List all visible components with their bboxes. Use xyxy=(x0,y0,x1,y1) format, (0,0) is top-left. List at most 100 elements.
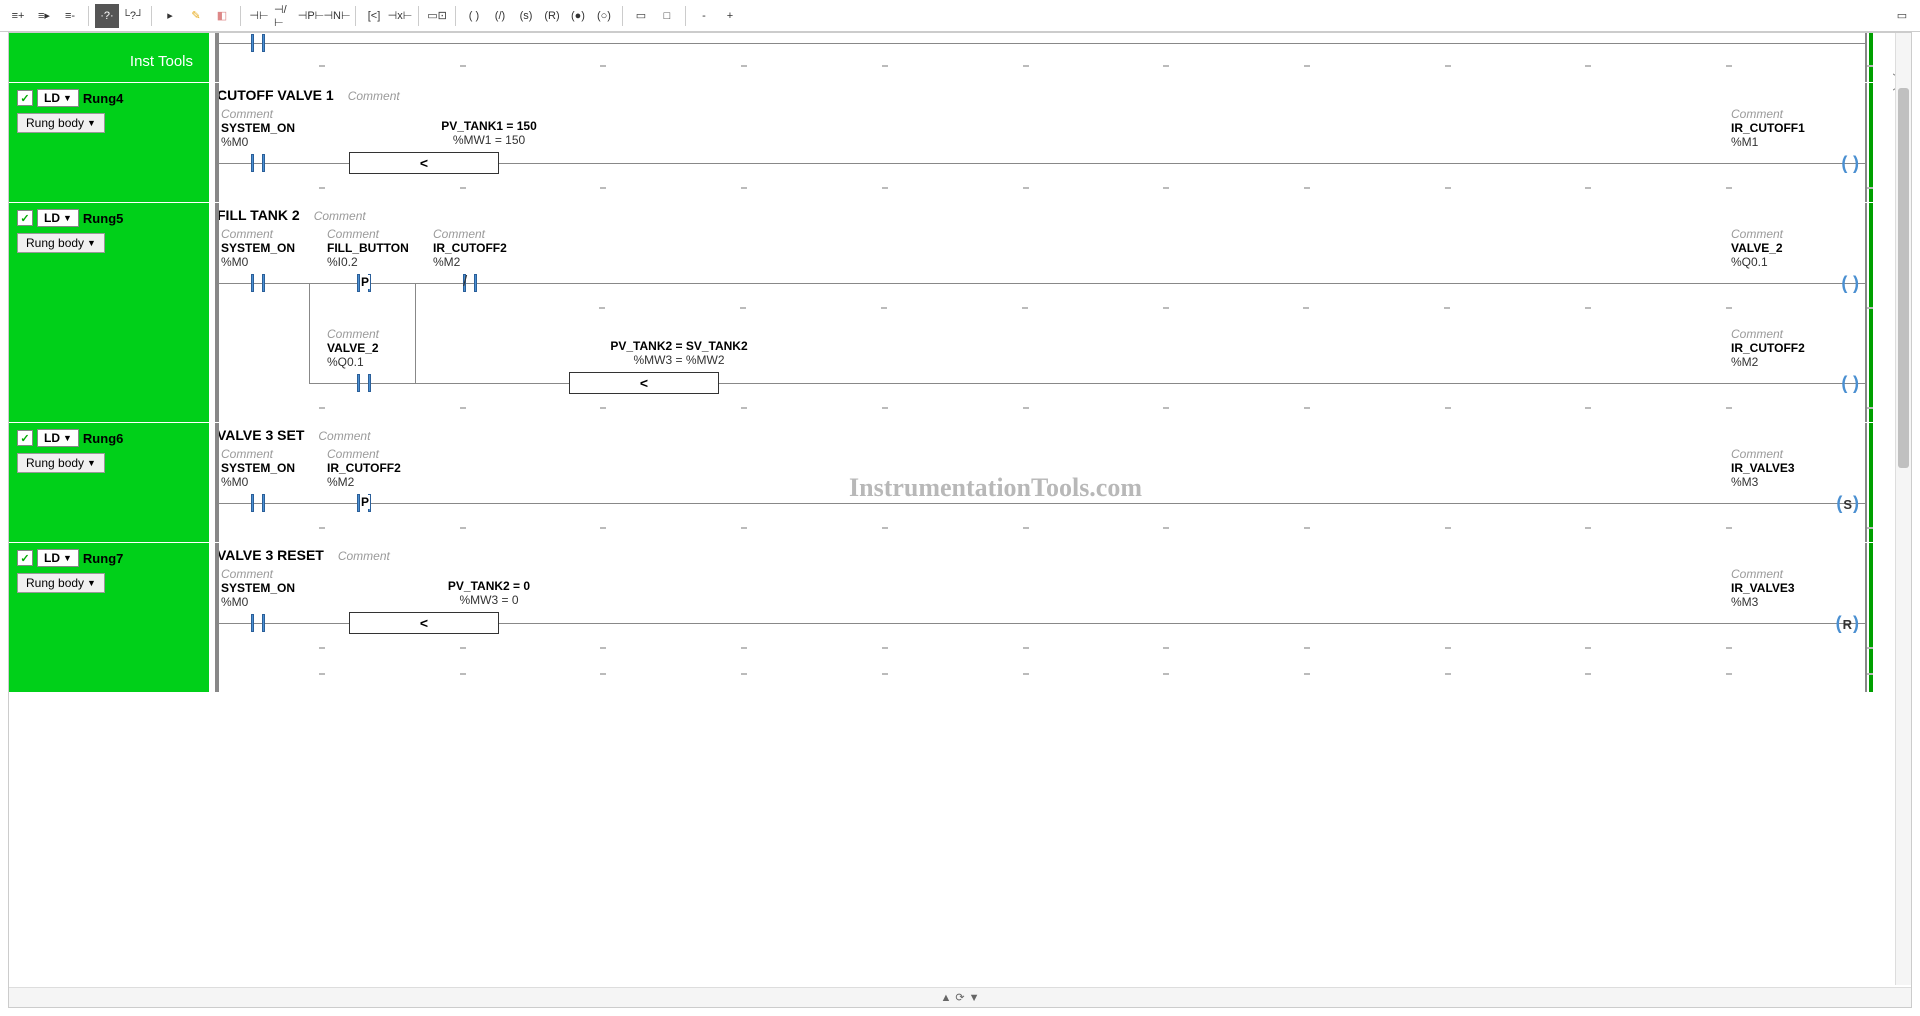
contact-label: CommentSYSTEM_ON%M0 xyxy=(221,447,295,489)
contact-label: CommentSYSTEM_ON%M0 xyxy=(221,227,295,269)
vertical-scrollbar[interactable] xyxy=(1895,33,1911,985)
contact-label: CommentVALVE_2%Q0.1 xyxy=(327,327,379,369)
rung-row: ✓ LD▼ Rung5 Rung body▼ FILL TANK 2 Comme… xyxy=(9,203,1893,423)
coil-reset-icon[interactable]: (R) xyxy=(1836,613,1859,634)
tb-coil-n-icon[interactable]: (○) xyxy=(592,4,616,28)
rung-canvas[interactable]: FILL TANK 2 Comment CommentSYSTEM_ON%M0 … xyxy=(209,203,1893,422)
coil-icon[interactable]: ( ) xyxy=(1841,273,1859,294)
rung-check-icon[interactable]: ✓ xyxy=(17,210,33,226)
rung-row: ✓ LD▼ Rung4 Rung body▼ CUTOFF VALVE 1 Co… xyxy=(9,83,1893,203)
rung-canvas[interactable]: VALVE 3 RESET Comment CommentSYSTEM_ON%M… xyxy=(209,543,1893,692)
rung-row: Inst Tools xyxy=(9,33,1893,83)
rung-comment: Comment xyxy=(314,209,366,223)
rung-canvas[interactable]: VALVE 3 SET Comment CommentSYSTEM_ON%M0 … xyxy=(209,423,1893,542)
coil-label: CommentVALVE_2%Q0.1 xyxy=(1731,227,1851,269)
tb-coil-s-icon[interactable]: (s) xyxy=(514,4,538,28)
collapse-up-icon[interactable]: ▲ xyxy=(941,992,952,1004)
rung-check-icon[interactable]: ✓ xyxy=(17,90,33,106)
contact-no-icon[interactable] xyxy=(249,34,267,52)
rung-sidebar: ✓ LD▼ Rung6 Rung body▼ xyxy=(9,423,209,542)
contact-no-icon[interactable] xyxy=(355,374,373,392)
rung-type-dropdown[interactable]: LD▼ xyxy=(37,89,79,107)
rung-sidebar: ✓ LD▼ Rung7 Rung body▼ xyxy=(9,543,209,692)
watermark-text: InstrumentationTools.com xyxy=(849,473,1142,503)
rung-name-label: Rung5 xyxy=(83,211,123,226)
tb-compare-xl-icon[interactable]: ⊣x⊢ xyxy=(388,4,412,28)
tb-pointer-icon[interactable]: ▸ xyxy=(158,4,182,28)
rung-row: ✓ LD▼ Rung6 Rung body▼ VALVE 3 SET Comme… xyxy=(9,423,1893,543)
rung-title: VALVE 3 SET xyxy=(217,427,304,443)
rung-sidebar: Inst Tools xyxy=(9,33,209,82)
compare-label: PV_TANK2 = SV_TANK2%MW3 = %MW2 xyxy=(579,339,779,367)
tb-comment-dark-icon[interactable]: ·?· xyxy=(95,4,119,28)
tb-contact-nc-icon[interactable]: ⊣/⊢ xyxy=(273,4,297,28)
tb-list-right-icon[interactable]: ≡▸ xyxy=(32,4,56,28)
tb-fb-block-icon[interactable]: □ xyxy=(655,4,679,28)
tb-maximize-icon[interactable]: ▭ xyxy=(1890,4,1914,28)
workspace: 140% − + Inst Tools ✓ LD▼ Rung4 xyxy=(8,32,1912,1008)
coil-label: CommentIR_VALVE3%M3 xyxy=(1731,447,1851,489)
expand-down-icon[interactable]: ▼ xyxy=(969,992,980,1004)
contact-no-icon[interactable] xyxy=(249,494,267,512)
contact-no-icon[interactable] xyxy=(249,154,267,172)
tb-op-block-icon[interactable]: ▭ xyxy=(629,4,653,28)
rung-type-dropdown[interactable]: LD▼ xyxy=(37,209,79,227)
refresh-icon[interactable]: ⟳ xyxy=(955,991,964,1004)
rung-row: ✓ LD▼ Rung7 Rung body▼ VALVE 3 RESET Com… xyxy=(9,543,1893,693)
tb-coil-r-icon[interactable]: (R) xyxy=(540,4,564,28)
contact-nc-icon[interactable]: / xyxy=(461,274,479,292)
tb-compare-icon[interactable]: [<] xyxy=(362,4,386,28)
contact-p-icon[interactable]: P xyxy=(355,494,373,512)
tb-coil-p-icon[interactable]: (●) xyxy=(566,4,590,28)
coil-label: CommentIR_CUTOFF2%M2 xyxy=(1731,327,1851,369)
tb-pencil-icon[interactable]: ✎ xyxy=(184,4,208,28)
rung-title: VALVE 3 RESET xyxy=(217,547,324,563)
tb-list-add-icon[interactable]: ≡+ xyxy=(6,4,30,28)
inst-tools-label: Inst Tools xyxy=(122,49,201,76)
tb-eraser-icon[interactable]: ◧ xyxy=(210,4,234,28)
tb-coil-neg-icon[interactable]: (/) xyxy=(488,4,512,28)
toolbar: ≡+ ≡▸ ≡- ·?· └?┘ ▸ ✎ ◧ ⊣⊢ ⊣/⊢ ⊣P⊢ ⊣N⊢ [<… xyxy=(0,0,1920,32)
bottom-bar: ▲ ⟳ ▼ xyxy=(9,987,1911,1007)
coil-set-icon[interactable]: (S) xyxy=(1836,493,1859,514)
tb-contact-no-icon[interactable]: ⊣⊢ xyxy=(247,4,271,28)
rung-comment: Comment xyxy=(338,549,390,563)
contact-no-icon[interactable] xyxy=(249,614,267,632)
tb-block-icon[interactable]: ▭⊡ xyxy=(425,4,449,28)
ladder-editor: Inst Tools ✓ LD▼ Rung4 Rung body▼ xyxy=(9,33,1893,985)
coil-icon[interactable]: ( ) xyxy=(1841,153,1859,174)
contact-label: CommentSYSTEM_ON%M0 xyxy=(221,107,295,149)
rung-title: CUTOFF VALVE 1 xyxy=(217,87,334,103)
rung-body-dropdown[interactable]: Rung body▼ xyxy=(17,113,105,133)
rung-check-icon[interactable]: ✓ xyxy=(17,430,33,446)
compare-block[interactable]: < xyxy=(349,152,499,174)
rung-type-dropdown[interactable]: LD▼ xyxy=(37,429,79,447)
rung-sidebar: ✓ LD▼ Rung5 Rung body▼ xyxy=(9,203,209,422)
tb-minus-icon[interactable]: - xyxy=(692,4,716,28)
tb-contact-n-icon[interactable]: ⊣N⊢ xyxy=(325,4,349,28)
compare-block[interactable]: < xyxy=(349,612,499,634)
rung-canvas[interactable]: CUTOFF VALVE 1 Comment CommentSYSTEM_ON%… xyxy=(209,83,1893,202)
tb-contact-p-icon[interactable]: ⊣P⊢ xyxy=(299,4,323,28)
coil-label: CommentIR_VALVE3%M3 xyxy=(1731,567,1851,609)
contact-no-icon[interactable] xyxy=(249,274,267,292)
tb-branch-icon[interactable]: └?┘ xyxy=(121,4,145,28)
tb-coil-icon[interactable]: ( ) xyxy=(462,4,486,28)
rung-check-icon[interactable]: ✓ xyxy=(17,550,33,566)
contact-p-icon[interactable]: P xyxy=(355,274,373,292)
rung-type-dropdown[interactable]: LD▼ xyxy=(37,549,79,567)
rung-body-dropdown[interactable]: Rung body▼ xyxy=(17,233,105,253)
tb-plus-icon[interactable]: + xyxy=(718,4,742,28)
rung-body-dropdown[interactable]: Rung body▼ xyxy=(17,453,105,473)
coil-icon[interactable]: ( ) xyxy=(1841,373,1859,394)
rung-body-dropdown[interactable]: Rung body▼ xyxy=(17,573,105,593)
rung-comment: Comment xyxy=(318,429,370,443)
rung-name-label: Rung4 xyxy=(83,91,123,106)
contact-label: CommentSYSTEM_ON%M0 xyxy=(221,567,295,609)
contact-label: CommentFILL_BUTTON%I0.2 xyxy=(327,227,409,269)
coil-label: CommentIR_CUTOFF1%M1 xyxy=(1731,107,1851,149)
tb-list-minus-icon[interactable]: ≡- xyxy=(58,4,82,28)
compare-block[interactable]: < xyxy=(569,372,719,394)
rung-comment: Comment xyxy=(348,89,400,103)
rung-canvas[interactable] xyxy=(209,33,1893,82)
